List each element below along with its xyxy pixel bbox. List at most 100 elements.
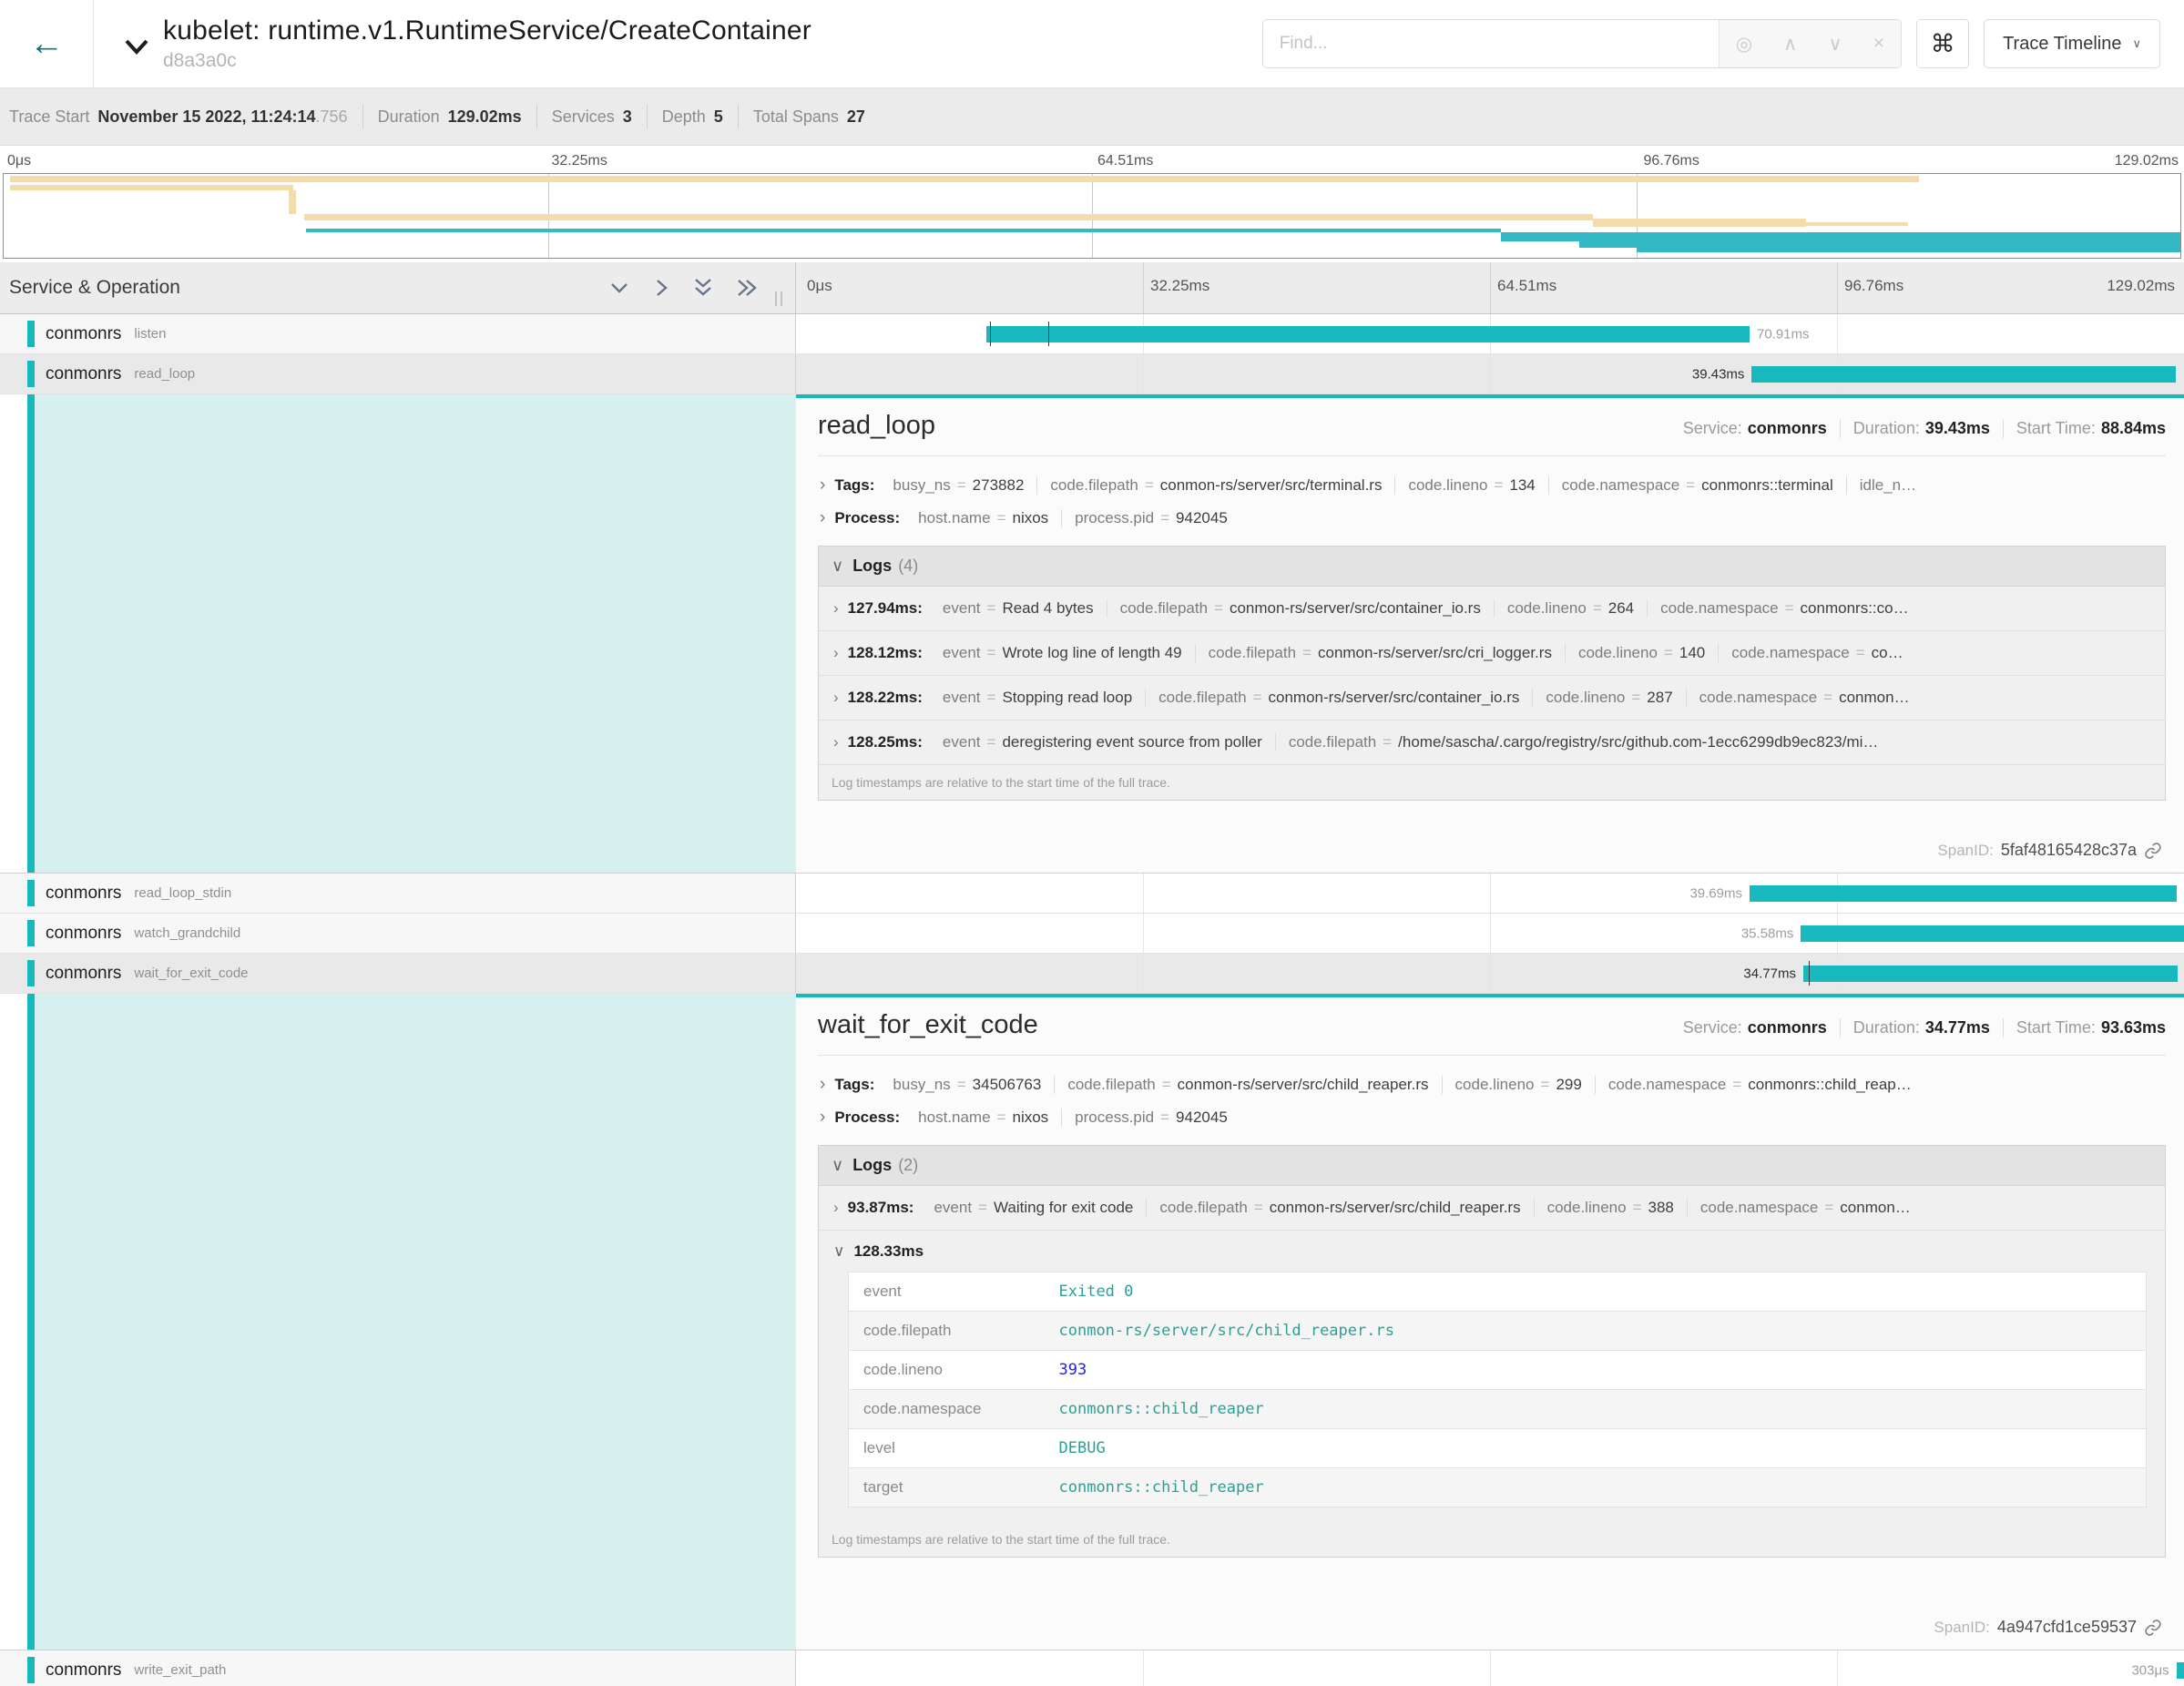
prev-match-icon[interactable]: ∧ — [1783, 33, 1797, 56]
tags-label: Tags: — [834, 1076, 874, 1094]
span-name-cell[interactable]: conmonrswatch_grandchild — [0, 914, 796, 953]
log-entry[interactable]: ›93.87ms:event=Waiting for exit codecode… — [819, 1186, 2165, 1231]
span-name-cell[interactable]: conmonrswrite_exit_path — [0, 1650, 796, 1686]
field-value: /home/sascha/.cargo/registry/src/github.… — [1398, 733, 1878, 751]
field-key: code.lineno — [1547, 1199, 1627, 1216]
span-detail-header[interactable]: read_loopService:conmonrsDuration:39.43m… — [818, 411, 2166, 441]
span-timeline-cell[interactable]: 70.91ms — [796, 314, 2184, 353]
overview-label: Service: — [1683, 1018, 1742, 1037]
tag-field: busy_ns=273882 — [880, 476, 1036, 495]
span-timeline-cell[interactable]: 39.43ms — [796, 354, 2184, 393]
span-duration-bar[interactable] — [2177, 1662, 2184, 1679]
next-match-icon[interactable]: ∨ — [1828, 33, 1842, 56]
span-duration-bar[interactable] — [1751, 366, 2176, 383]
collapse-all-icon[interactable] — [691, 277, 715, 299]
keyboard-shortcuts-button[interactable]: ⌘ — [1916, 19, 1969, 68]
timeline-gridline — [1837, 1650, 1838, 1686]
span-color-indicator — [27, 920, 35, 946]
field-key: busy_ns — [893, 476, 950, 494]
collapse-one-icon[interactable] — [607, 279, 631, 297]
tag-field: code.lineno=287 — [1532, 689, 1685, 707]
locate-match-icon[interactable]: ◎ — [1736, 33, 1752, 56]
field-equals: = — [1214, 599, 1223, 617]
tag-field: host.name=nixos — [905, 509, 1061, 527]
summary-value: 5 — [714, 107, 723, 127]
span-duration-bar[interactable] — [986, 326, 1750, 342]
field-equals: = — [957, 1076, 966, 1093]
logs-footnote: Log timestamps are relative to the start… — [819, 1522, 2165, 1557]
process-row[interactable]: ›Process:host.name=nixosprocess.pid=9420… — [818, 502, 2166, 535]
tag-field: code.filepath=conmon-rs/server/src/cri_l… — [1195, 644, 1565, 662]
expand-one-icon[interactable] — [651, 278, 671, 298]
span-name-cell[interactable]: conmonrslisten — [0, 314, 796, 353]
span-duration-bar[interactable] — [1750, 885, 2177, 902]
span-row-write_exit_path[interactable]: conmonrswrite_exit_path303μs — [0, 1650, 2184, 1686]
span-row-read_loop[interactable]: conmonrsread_loop39.43ms — [0, 354, 2184, 394]
service-name: conmonrs — [46, 924, 121, 944]
timeline-gridline — [1490, 354, 1491, 393]
field-value: 34506763 — [973, 1076, 1042, 1093]
trace-view-selector[interactable]: Trace Timeline ∨ — [1984, 19, 2160, 68]
tag-field: code.namespace=conmonrs::child_reap… — [1595, 1076, 1924, 1094]
expand-all-icon[interactable] — [735, 278, 760, 298]
logs-header[interactable]: ∨Logs(4) — [819, 547, 2165, 587]
overview-label: Start Time: — [2016, 1018, 2096, 1037]
clear-search-icon[interactable]: × — [1873, 33, 1884, 55]
deep-link-icon[interactable] — [2144, 842, 2162, 860]
span-name-cell[interactable]: conmonrsread_loop_stdin — [0, 874, 796, 913]
tag-field: code.lineno=264 — [1494, 599, 1647, 618]
field-value: 942045 — [1176, 509, 1228, 526]
span-name-cell[interactable]: conmonrsread_loop — [0, 354, 796, 393]
minimap-tick: 64.51ms — [1097, 153, 1153, 169]
find-input[interactable] — [1263, 20, 1719, 67]
back-button[interactable]: ← — [0, 0, 94, 87]
span-rows: conmonrslisten70.91msconmonrsread_loop39… — [0, 314, 2184, 1686]
column-resizer-handle[interactable] — [775, 291, 782, 306]
chevron-right-icon: › — [820, 508, 825, 528]
log-entry[interactable]: ›128.25ms:event=deregistering event sour… — [819, 720, 2165, 765]
tags-row[interactable]: ›Tags:busy_ns=273882code.filepath=conmon… — [818, 469, 2166, 502]
field-key: idle_n… — [1860, 476, 1916, 494]
logs-header[interactable]: ∨Logs(2) — [819, 1146, 2165, 1186]
process-row[interactable]: ›Process:host.name=nixosprocess.pid=9420… — [818, 1101, 2166, 1134]
span-detail-header[interactable]: wait_for_exit_codeService:conmonrsDurati… — [818, 1010, 2166, 1040]
field-equals: = — [1253, 689, 1262, 706]
span-row-read_loop_stdin[interactable]: conmonrsread_loop_stdin39.69ms — [0, 874, 2184, 914]
log-field-value: conmonrs::child_reaper — [1045, 1468, 2147, 1507]
field-key: code.namespace — [1700, 1199, 1818, 1216]
collapse-trace-header-icon[interactable] — [125, 39, 148, 59]
span-timeline-cell[interactable]: 303μs — [796, 1650, 2184, 1686]
span-name-cell[interactable]: conmonrswait_for_exit_code — [0, 954, 796, 993]
minimap-canvas[interactable] — [3, 173, 2181, 259]
tag-field: code.filepath=conmon-rs/server/src/child… — [1146, 1199, 1533, 1217]
service-name: conmonrs — [46, 324, 121, 344]
timeline-tick: 96.76ms — [1844, 277, 1903, 295]
log-entry[interactable]: ›127.94ms:event=Read 4 bytescode.filepat… — [819, 587, 2165, 631]
span-duration-bar[interactable] — [1801, 925, 2184, 942]
log-field-value: Exited 0 — [1045, 1272, 2147, 1312]
log-entry[interactable]: ›128.22ms:event=Stopping read loopcode.f… — [819, 676, 2165, 720]
overview-label: Start Time: — [2016, 419, 2096, 437]
service-name: conmonrs — [46, 1660, 121, 1681]
span-timeline-cell[interactable]: 39.69ms — [796, 874, 2184, 913]
field-value: 942045 — [1176, 1109, 1228, 1126]
span-duration-bar[interactable] — [1803, 966, 2178, 982]
summary-divider — [362, 105, 363, 128]
summary-label: Trace Start — [9, 107, 89, 127]
span-detail-body: read_loopService:conmonrsDuration:39.43m… — [796, 394, 2184, 873]
span-timeline-cell[interactable]: 35.58ms — [796, 914, 2184, 953]
timeline-gridline — [1837, 262, 1838, 313]
chevron-down-icon: ∨ — [832, 1156, 843, 1175]
span-duration-label: 35.58ms — [1741, 925, 1801, 941]
deep-link-icon[interactable] — [2144, 1619, 2162, 1637]
tags-row[interactable]: ›Tags:busy_ns=34506763code.filepath=conm… — [818, 1068, 2166, 1101]
field-value: 264 — [1608, 599, 1634, 617]
span-timeline-cell[interactable]: 34.77ms — [796, 954, 2184, 993]
span-row-watch_grandchild[interactable]: conmonrswatch_grandchild 35.58ms — [0, 914, 2184, 954]
overview-value: 88.84ms — [2101, 419, 2166, 437]
log-entry-expanded-header[interactable]: ∨128.33ms — [819, 1231, 2165, 1266]
span-row-wait_for_exit_code[interactable]: conmonrswait_for_exit_code34.77ms — [0, 954, 2184, 994]
log-entry[interactable]: ›128.12ms:event=Wrote log line of length… — [819, 631, 2165, 676]
field-key: code.lineno — [1578, 644, 1658, 661]
span-row-listen[interactable]: conmonrslisten70.91ms — [0, 314, 2184, 354]
